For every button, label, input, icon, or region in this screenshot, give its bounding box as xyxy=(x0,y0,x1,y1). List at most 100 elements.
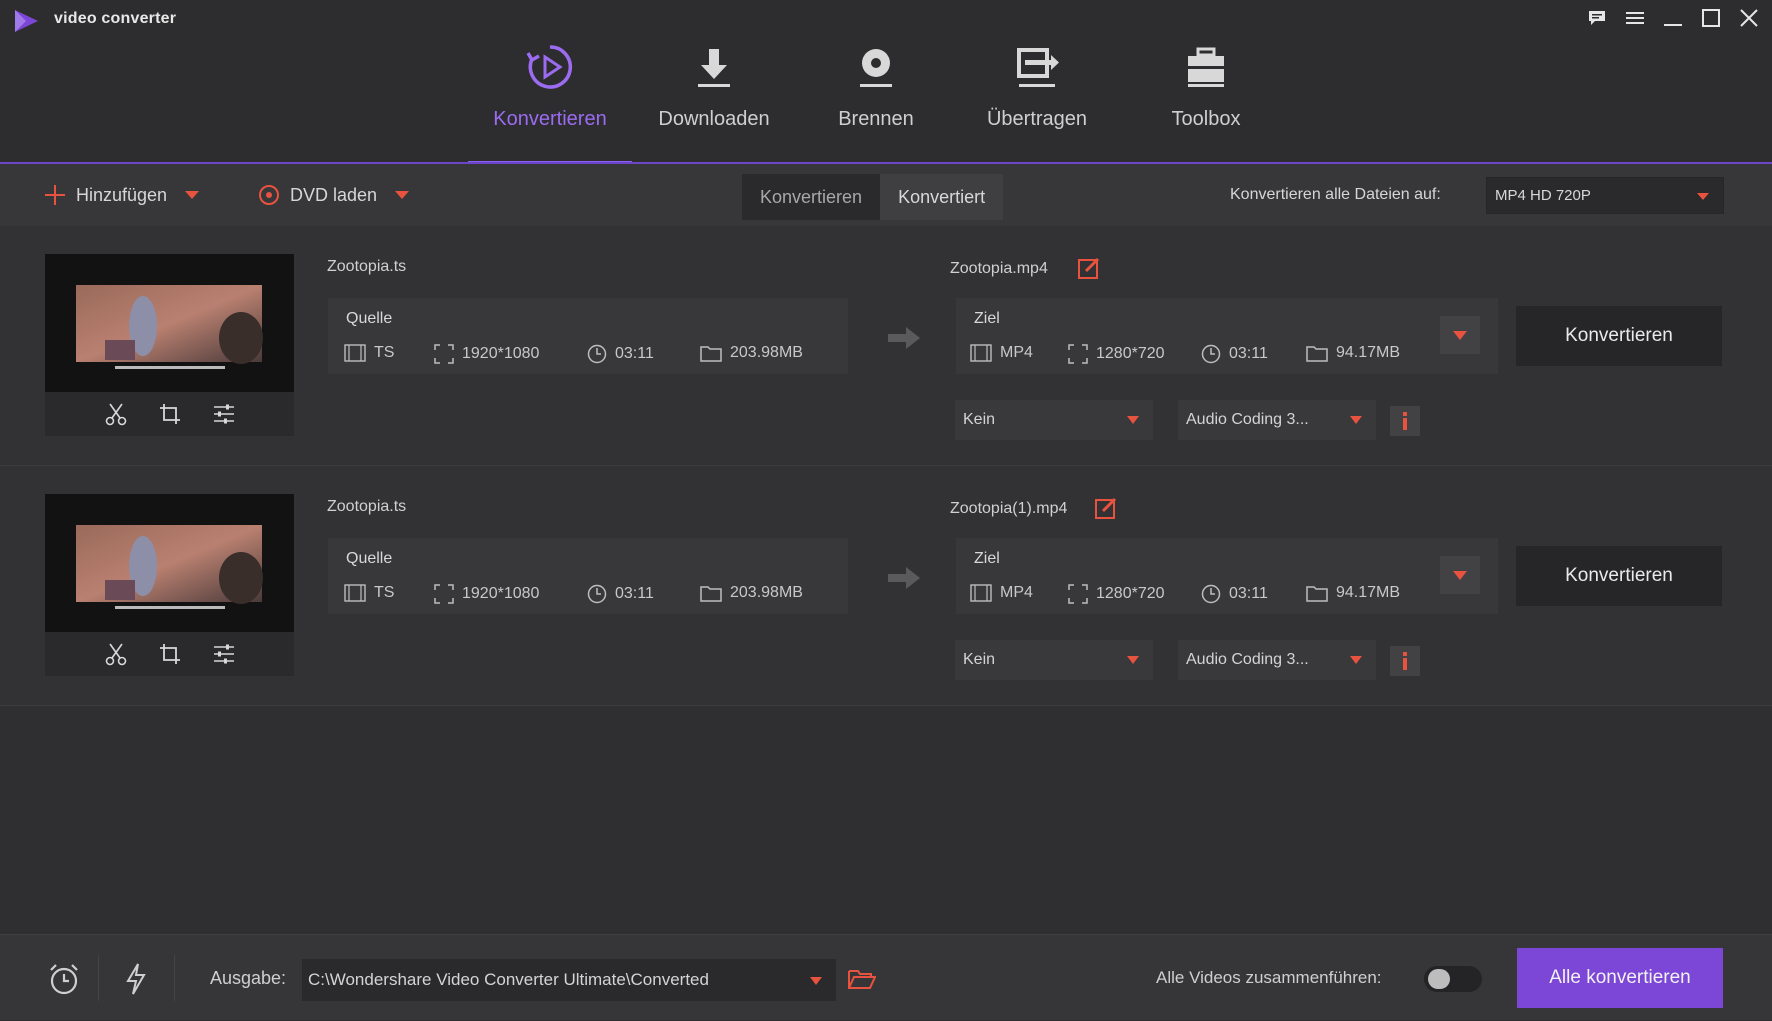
source-file-name: Zootopia.ts xyxy=(327,258,407,275)
film-icon xyxy=(970,344,992,362)
nav-label: Übertragen xyxy=(986,108,1088,130)
clock-icon xyxy=(1201,584,1221,604)
bottom-bar: Ausgabe: C:\Wondershare Video Converter … xyxy=(0,934,1772,1020)
nav-item-brennen[interactable]: Brennen xyxy=(796,36,956,164)
video-preview[interactable] xyxy=(45,254,294,392)
nav-label: Downloaden xyxy=(658,108,770,130)
alarm-clock-icon[interactable] xyxy=(44,959,84,999)
nav-item-toolbox[interactable]: Toolbox xyxy=(1118,36,1294,164)
main-nav: Konvertieren Downloaden Brennen Übertrag… xyxy=(468,36,1294,164)
target-info-box[interactable]: Ziel MP4 1280*720 03:11 94.17MB xyxy=(956,298,1498,374)
load-dvd-label: DVD laden xyxy=(290,184,378,205)
edit-icon[interactable] xyxy=(1077,256,1101,280)
maximize-icon[interactable] xyxy=(1696,4,1726,32)
app-logo-icon xyxy=(12,8,42,34)
lightning-icon[interactable] xyxy=(116,959,156,999)
info-icon[interactable] xyxy=(1390,646,1420,676)
divider xyxy=(174,955,175,1001)
tab-konvertiert[interactable]: Konvertiert xyxy=(880,174,1004,220)
toolbox-icon xyxy=(1184,40,1228,94)
window-controls xyxy=(1582,4,1764,32)
plus-icon xyxy=(44,184,66,206)
tab-konvertieren[interactable]: Konvertieren xyxy=(742,174,881,220)
convert-all-button[interactable]: Alle konvertieren xyxy=(1517,948,1723,1008)
convert-button[interactable]: Konvertieren xyxy=(1516,306,1722,366)
audio-track-select[interactable]: Audio Coding 3... xyxy=(1178,400,1376,440)
adjust-icon[interactable] xyxy=(212,642,236,666)
file-row: Zootopia.ts Quelle TS 1920*1080 03:11 20… xyxy=(0,226,1772,466)
resolution-icon xyxy=(434,584,454,604)
divider xyxy=(98,955,99,1001)
target-caption: Ziel xyxy=(974,310,1000,327)
source-size: 203.98MB xyxy=(700,344,803,362)
scissors-icon[interactable] xyxy=(104,642,128,666)
target-size: 94.17MB xyxy=(1306,584,1400,602)
target-format: MP4 xyxy=(970,584,1033,602)
output-path-select[interactable]: C:\Wondershare Video Converter Ultimate\… xyxy=(302,959,836,1001)
nav-item-downloaden[interactable]: Downloaden xyxy=(632,36,796,164)
adjust-icon[interactable] xyxy=(212,402,236,426)
source-caption: Quelle xyxy=(346,550,393,567)
target-duration: 03:11 xyxy=(1201,344,1268,364)
subtitle-select[interactable]: Kein xyxy=(955,640,1153,680)
nav-item-konvertieren[interactable]: Konvertieren xyxy=(468,36,632,164)
convert-button[interactable]: Konvertieren xyxy=(1516,546,1722,606)
top-bar: video converter Konvertieren Downloaden … xyxy=(0,0,1772,164)
clock-icon xyxy=(1201,344,1221,364)
subtitle-select[interactable]: Kein xyxy=(955,400,1153,440)
video-thumbnail xyxy=(45,254,294,436)
target-file-name: Zootopia(1).mp4 xyxy=(950,500,1068,517)
resolution-icon xyxy=(1068,344,1088,364)
nav-item-uebertragen[interactable]: Übertragen xyxy=(956,36,1118,164)
target-settings-dropdown[interactable] xyxy=(1440,556,1480,594)
arrow-right-icon xyxy=(884,563,924,593)
file-list: Zootopia.ts Quelle TS 1920*1080 03:11 20… xyxy=(0,226,1772,934)
chevron-down-icon xyxy=(1127,656,1139,664)
chevron-down-icon xyxy=(1127,416,1139,424)
scissors-icon[interactable] xyxy=(104,402,128,426)
source-info-box: Quelle TS 1920*1080 03:11 203.98MB xyxy=(328,538,848,614)
minimize-icon[interactable] xyxy=(1658,4,1688,32)
app-title: video converter xyxy=(54,10,177,27)
load-dvd-button[interactable]: DVD laden xyxy=(258,164,410,226)
thumbnail-toolbar xyxy=(45,632,294,676)
target-resolution: 1280*720 xyxy=(1068,584,1165,604)
transfer-icon xyxy=(1015,40,1059,94)
edit-icon[interactable] xyxy=(1094,496,1118,520)
format-label: Konvertieren alle Dateien auf: xyxy=(1230,186,1441,203)
info-icon[interactable] xyxy=(1390,406,1420,436)
target-settings-dropdown[interactable] xyxy=(1440,316,1480,354)
chevron-down-icon xyxy=(1350,416,1362,424)
output-path-value: C:\Wondershare Video Converter Ultimate\… xyxy=(308,970,709,989)
toolbar: Hinzufügen DVD laden Konvertieren Konver… xyxy=(0,164,1772,226)
add-files-label: Hinzufügen xyxy=(76,184,168,205)
add-files-button[interactable]: Hinzufügen xyxy=(44,164,200,226)
audio-track-select[interactable]: Audio Coding 3... xyxy=(1178,640,1376,680)
source-file-name: Zootopia.ts xyxy=(327,498,407,515)
open-folder-icon[interactable] xyxy=(842,959,882,999)
target-info-box[interactable]: Ziel MP4 1280*720 03:11 94.17MB xyxy=(956,538,1498,614)
output-format-select[interactable]: MP4 HD 720P xyxy=(1486,177,1724,214)
source-format: TS xyxy=(344,344,394,362)
film-icon xyxy=(344,344,366,362)
menu-icon[interactable] xyxy=(1620,4,1650,32)
chevron-down-icon xyxy=(1350,656,1362,664)
source-duration: 03:11 xyxy=(587,584,654,604)
crop-icon[interactable] xyxy=(158,402,182,426)
source-duration: 03:11 xyxy=(587,344,654,364)
target-size: 94.17MB xyxy=(1306,344,1400,362)
chevron-down-icon[interactable] xyxy=(395,191,410,199)
target-format: MP4 xyxy=(970,344,1033,362)
output-label: Ausgabe: xyxy=(210,967,287,988)
source-caption: Quelle xyxy=(346,310,393,327)
close-icon[interactable] xyxy=(1734,4,1764,32)
crop-icon[interactable] xyxy=(158,642,182,666)
chevron-down-icon[interactable] xyxy=(185,191,200,199)
source-size: 203.98MB xyxy=(700,584,803,602)
nav-label: Konvertieren xyxy=(493,108,607,130)
feedback-icon[interactable] xyxy=(1582,4,1612,32)
merge-toggle[interactable] xyxy=(1424,966,1482,992)
chevron-down-icon xyxy=(1453,570,1467,580)
video-preview[interactable] xyxy=(45,494,294,632)
film-icon xyxy=(344,584,366,602)
